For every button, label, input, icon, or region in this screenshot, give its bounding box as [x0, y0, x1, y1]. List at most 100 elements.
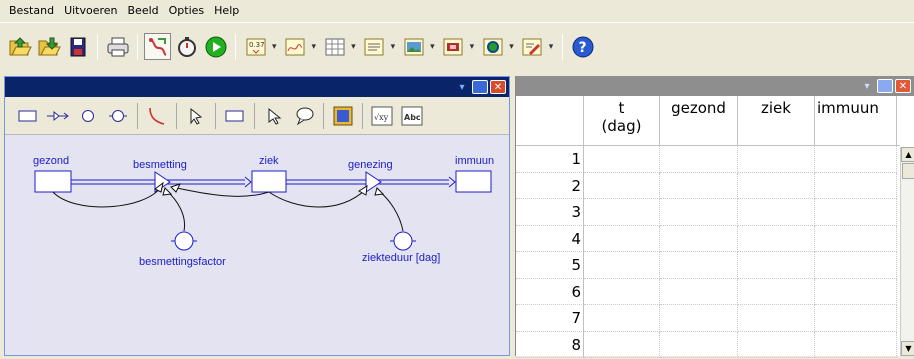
model-button[interactable]: [144, 33, 171, 60]
notes-dropdown-arrow[interactable]: ▾: [549, 42, 554, 52]
print-button[interactable]: [104, 33, 131, 60]
minimize-chevron-icon[interactable]: ▾: [454, 80, 470, 94]
header-t[interactable]: t (dag): [584, 96, 660, 145]
move-tool[interactable]: [183, 104, 209, 128]
table-cell[interactable]: [584, 146, 660, 173]
table-cell[interactable]: [815, 172, 897, 199]
run-button[interactable]: [202, 33, 229, 60]
scroll-thumb[interactable]: [902, 163, 914, 179]
animation-dropdown-arrow[interactable]: ▾: [509, 42, 514, 52]
text-label-tool[interactable]: Abc: [399, 104, 425, 128]
frame-tool[interactable]: [330, 104, 356, 128]
menu-opties[interactable]: Opties: [164, 0, 210, 22]
scroll-down-arrow-icon[interactable]: ▼: [901, 341, 914, 356]
graph-button[interactable]: [282, 33, 309, 60]
formula-tool[interactable]: √xy: [369, 104, 395, 128]
animation-button[interactable]: [479, 33, 506, 60]
save-button[interactable]: [64, 33, 91, 60]
table-cell[interactable]: [815, 252, 897, 279]
parameter-icon: [109, 109, 127, 122]
table-cell[interactable]: [738, 331, 815, 358]
table-cell[interactable]: [738, 199, 815, 226]
table-scrollbar[interactable]: ▲ ▼: [900, 147, 914, 356]
comment-tool[interactable]: [291, 104, 317, 128]
timer-button[interactable]: [173, 33, 200, 60]
parameter-tool[interactable]: [105, 104, 131, 128]
table-cell[interactable]: [815, 331, 897, 358]
scroll-up-arrow-icon[interactable]: ▲: [901, 147, 914, 162]
menu-help[interactable]: Help: [209, 0, 244, 22]
table-cell[interactable]: [660, 199, 738, 226]
header-ziek[interactable]: ziek: [738, 96, 815, 145]
table-cell[interactable]: [660, 172, 738, 199]
table-cell[interactable]: [815, 199, 897, 226]
video-dropdown-arrow[interactable]: ▾: [470, 42, 475, 52]
table-cell[interactable]: [738, 305, 815, 332]
flow-tool[interactable]: [45, 104, 71, 128]
tool-separator: [323, 102, 324, 129]
row-number: 5: [516, 252, 584, 279]
restore-icon[interactable]: [472, 80, 488, 94]
image-button[interactable]: [400, 33, 427, 60]
table-cell[interactable]: [738, 252, 815, 279]
table-cell[interactable]: [660, 252, 738, 279]
table-cell[interactable]: [660, 331, 738, 358]
table-cell[interactable]: [815, 305, 897, 332]
model-canvas[interactable]: gezond besmetting ziek genezing immuun b…: [5, 135, 509, 355]
table-dropdown-arrow[interactable]: ▾: [351, 42, 356, 52]
rectangle-tool[interactable]: [222, 104, 248, 128]
video-button[interactable]: [440, 33, 467, 60]
help-button[interactable]: ?: [569, 33, 596, 60]
table-cell[interactable]: [584, 331, 660, 358]
table-cell[interactable]: [584, 278, 660, 305]
table-cell[interactable]: [738, 172, 815, 199]
save-folder-button[interactable]: [35, 33, 62, 60]
stock-tool[interactable]: [15, 104, 41, 128]
save-folder-icon: [38, 37, 61, 55]
menu-bestand[interactable]: Bestand: [4, 0, 59, 22]
notes-button[interactable]: [519, 33, 546, 60]
close-icon[interactable]: ✕: [895, 79, 911, 93]
table-cell[interactable]: [660, 146, 738, 173]
image-dropdown-arrow[interactable]: ▾: [430, 42, 435, 52]
model-window-titlebar[interactable]: ▾ ✕: [5, 77, 509, 97]
table-cell[interactable]: [738, 225, 815, 252]
genezing-valve: [365, 171, 382, 193]
table-row: 2: [516, 172, 900, 199]
table-cell[interactable]: [660, 305, 738, 332]
menu-beeld[interactable]: Beeld: [123, 0, 164, 22]
table-cell[interactable]: [815, 146, 897, 173]
header-gezond[interactable]: gezond: [660, 96, 738, 145]
table-cell[interactable]: [584, 225, 660, 252]
table-cell[interactable]: [584, 305, 660, 332]
graph-dropdown-arrow[interactable]: ▾: [312, 42, 317, 52]
value-button[interactable]: 0.37: [242, 33, 269, 60]
auxiliary-tool[interactable]: [75, 104, 101, 128]
data-table[interactable]: t (dag) gezond ziek immuun 1 2 3 4 5 6 7…: [516, 96, 900, 358]
table-button[interactable]: [321, 33, 348, 60]
table-window-titlebar[interactable]: ▾ ✕: [516, 76, 914, 96]
connector-tool[interactable]: [144, 104, 170, 128]
restore-icon[interactable]: [877, 79, 893, 93]
table-row: 6: [516, 278, 900, 305]
table-cell[interactable]: [815, 278, 897, 305]
table-cell[interactable]: [738, 146, 815, 173]
minimize-chevron-icon[interactable]: ▾: [859, 79, 875, 93]
menu-uitvoeren[interactable]: Uitvoeren: [59, 0, 122, 22]
select-tool[interactable]: [261, 104, 287, 128]
table-cell[interactable]: [660, 278, 738, 305]
table-cell[interactable]: [815, 225, 897, 252]
table-cell[interactable]: [584, 172, 660, 199]
table-cell[interactable]: [660, 225, 738, 252]
table-cell[interactable]: [738, 278, 815, 305]
header-immuun[interactable]: immuun: [815, 96, 897, 145]
open-button[interactable]: [6, 33, 33, 60]
text-dropdown-arrow[interactable]: ▾: [391, 42, 396, 52]
text-button[interactable]: [361, 33, 388, 60]
formula-icon: √xy: [371, 106, 393, 125]
close-icon[interactable]: ✕: [490, 80, 506, 94]
table-cell[interactable]: [584, 199, 660, 226]
connector-icon: [149, 107, 165, 125]
table-cell[interactable]: [584, 252, 660, 279]
value-dropdown-arrow[interactable]: ▾: [272, 42, 277, 52]
